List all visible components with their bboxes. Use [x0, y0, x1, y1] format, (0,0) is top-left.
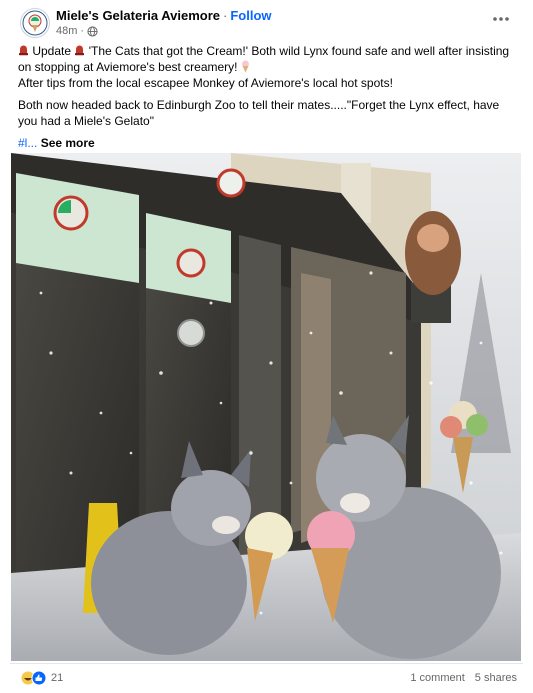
hashtag-link[interactable]: #l...	[18, 136, 37, 150]
post-header: Miele's Gelateria Aviemore · Follow 48m ·	[10, 6, 523, 42]
facebook-post: Miele's Gelateria Aviemore · Follow 48m ·	[0, 0, 533, 693]
more-options-icon[interactable]	[489, 10, 513, 28]
reaction-count: 21	[51, 672, 64, 684]
monkey-tip-text: After tips from the local escapee Monkey…	[18, 76, 393, 90]
meta-separator: ·	[80, 25, 85, 37]
post-paragraph-1: Update 'The Cats that got the Cream!' Bo…	[18, 43, 518, 91]
name-separator: ·	[223, 8, 228, 23]
red-alert-light-icon	[75, 45, 85, 56]
update-text: 'The Cats that got the Cream!' Both wild…	[18, 44, 510, 74]
post-paragraph-2: Both now headed back to Edinburgh Zoo to…	[18, 97, 518, 129]
shares-count[interactable]: 5 shares	[475, 672, 517, 684]
engagement-stats: 1 comment 5 shares	[410, 672, 517, 684]
zoo-text: Both now headed back to Edinburgh Zoo to…	[18, 98, 500, 128]
reaction-icons	[20, 670, 47, 686]
update-label: Update	[32, 44, 72, 58]
follow-button[interactable]: Follow	[230, 8, 271, 23]
post-text: Update 'The Cats that got the Cream!' Bo…	[18, 43, 518, 157]
post-meta: 48m ·	[56, 25, 98, 37]
reaction-summary[interactable]: 21	[20, 670, 63, 686]
header-name-line: Miele's Gelateria Aviemore · Follow	[56, 8, 272, 23]
page-name-link[interactable]: Miele's Gelateria Aviemore	[56, 8, 220, 23]
globe-icon	[87, 25, 98, 37]
red-alert-light-icon	[19, 45, 28, 56]
post-timestamp[interactable]: 48m	[56, 25, 77, 37]
ice-cream-icon	[241, 60, 249, 73]
post-paragraph-3: #l... See more	[18, 135, 518, 151]
lynx-ice-cream-photo	[11, 153, 521, 661]
gelateria-logo-icon	[22, 10, 48, 36]
page-avatar[interactable]	[20, 8, 50, 38]
post-footer: 21 1 comment 5 shares	[10, 663, 523, 692]
comments-count[interactable]: 1 comment	[410, 672, 464, 684]
post-photo[interactable]	[11, 153, 521, 661]
like-reaction-icon	[31, 670, 47, 686]
see-more-button[interactable]: See more	[41, 136, 95, 150]
